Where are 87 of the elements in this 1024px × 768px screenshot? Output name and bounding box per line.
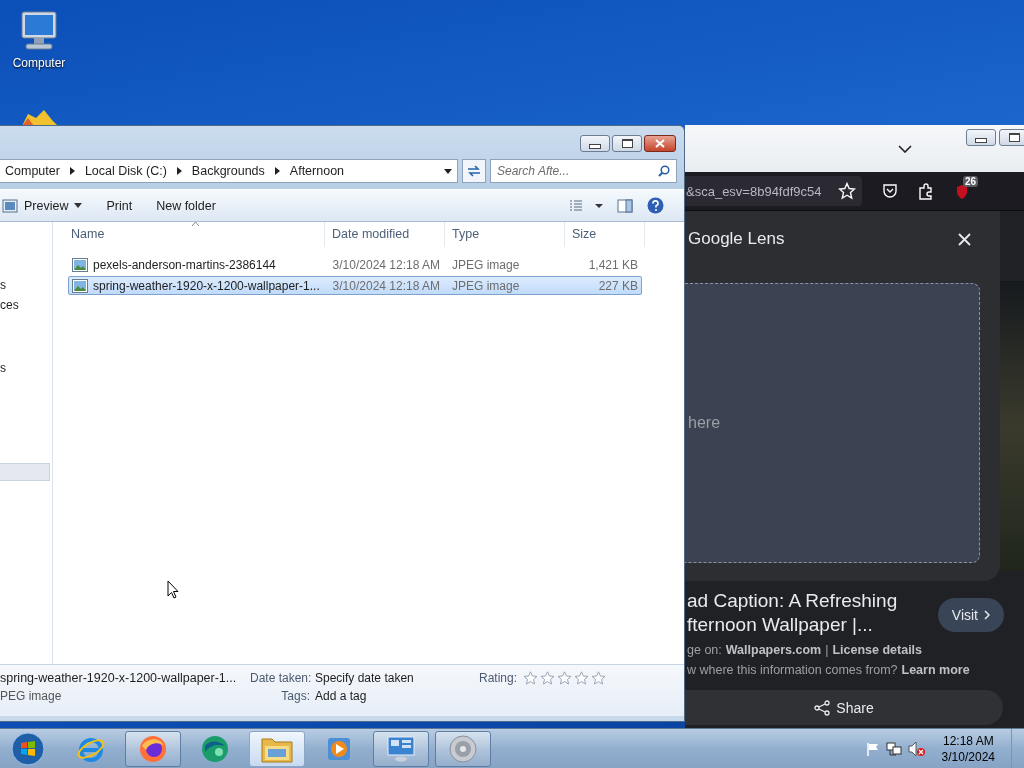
star-icon[interactable]	[591, 671, 607, 685]
learn-more-link[interactable]: Learn more	[901, 663, 970, 677]
size-cell-text: 1,421 KB	[587, 257, 639, 272]
selected-file-name: spring-weather-1920-x-1200-wallpaper-1...	[0, 671, 238, 685]
preview-icon	[2, 198, 18, 213]
file-name: pexels-anderson-martins-2386144	[93, 257, 276, 272]
file-row[interactable]: pexels-anderson-martins-2386144 3/10/2024 12:18 AM JPEG image 1,421 KB	[68, 255, 642, 274]
network-icon[interactable]	[885, 740, 902, 757]
desktop-icon-label[interactable]: Computer	[12, 56, 66, 70]
play-icon	[326, 735, 352, 762]
preview-pane-icon[interactable]	[617, 198, 633, 213]
notification-badge: 26	[962, 176, 978, 187]
pocket-icon[interactable]	[882, 183, 898, 199]
puzzle-icon[interactable]	[918, 182, 934, 200]
chevron-right-icon	[984, 610, 990, 620]
maximize-button[interactable]	[612, 135, 642, 152]
star-icon[interactable]	[540, 671, 556, 685]
nav-item[interactable]: s	[0, 278, 6, 292]
extension-button[interactable]: 26	[954, 176, 978, 202]
toolbar-button[interactable]: New folder	[154, 195, 224, 216]
drop-zone[interactable]: here	[685, 283, 980, 563]
fox-globe-icon	[138, 733, 168, 764]
size-cell-text: 227 KB	[597, 278, 639, 293]
result-caption: ad Caption: A Refreshing fternoon Wallpaper |...	[686, 589, 898, 637]
close-icon[interactable]	[958, 232, 971, 246]
image-file-icon	[72, 257, 88, 272]
view-options-icon[interactable]	[569, 199, 603, 212]
property-value[interactable]: Specify date taken	[315, 671, 414, 685]
property-value[interactable]: Add a tag	[315, 689, 367, 703]
taskbar-app-button[interactable]	[125, 730, 181, 767]
panel-title: Google Lens	[688, 229, 785, 249]
visit-button[interactable]: Visit	[937, 598, 1004, 632]
dropdown-caret-icon	[74, 203, 83, 208]
column-header[interactable]: Size	[565, 222, 645, 247]
toolbar-button[interactable]: Preview	[0, 195, 91, 216]
drop-hint: here	[687, 414, 721, 432]
bookmark-star-icon[interactable]	[838, 182, 856, 200]
monitor-settings-icon	[386, 734, 416, 763]
type-cell-text: JPEG image	[451, 278, 521, 293]
minimize-button[interactable]	[966, 129, 996, 146]
close-icon	[655, 139, 665, 148]
nav-item[interactable]: s	[0, 361, 6, 375]
chevron-down-icon[interactable]	[898, 145, 912, 153]
speaker-icon	[448, 733, 478, 764]
file-name: spring-weather-1920-x-1200-wallpaper-1...	[93, 278, 320, 293]
type-cell-text: JPEG image	[451, 257, 521, 272]
nav-item[interactable]: ces	[0, 298, 19, 312]
refresh-icon	[466, 164, 482, 178]
taskbar-app-button[interactable]	[373, 730, 429, 767]
close-button[interactable]	[644, 135, 676, 152]
search-field[interactable]: Search Afte...	[490, 159, 677, 183]
source-label: ge on:	[687, 643, 722, 657]
globe-icon	[199, 733, 231, 764]
minimize-button[interactable]	[580, 135, 610, 152]
selected-file-type: PEG image	[0, 689, 63, 703]
license-link[interactable]: License details	[832, 643, 923, 657]
shield-icon	[956, 185, 968, 199]
property-label: Date taken:	[250, 671, 310, 685]
search-icon	[658, 165, 670, 177]
column-header[interactable]: Date modified	[325, 222, 445, 247]
star-icon[interactable]	[557, 671, 573, 685]
speaker-muted-icon[interactable]	[907, 740, 926, 757]
mouse-pointer-icon	[167, 580, 179, 599]
column-header[interactable]: Type	[445, 222, 565, 247]
image-file-icon	[72, 278, 88, 293]
source-link[interactable]: Wallpapers.com	[725, 643, 822, 657]
star-icon[interactable]	[574, 671, 590, 685]
taskbar-app-button[interactable]	[435, 730, 491, 767]
date-cell-text: 3/10/2024 12:18 AM	[331, 257, 442, 272]
start-button[interactable]	[11, 731, 45, 766]
date-cell-text: 3/10/2024 12:18 AM	[331, 278, 442, 293]
address-bar[interactable]: Computer Local Disk (C:) Backgrounds Afternoon	[0, 159, 458, 183]
maximize-button[interactable]	[999, 129, 1024, 146]
clock[interactable]: 12:18 AM 3/10/2024	[941, 732, 995, 765]
rating-label: Rating:	[479, 671, 518, 685]
share-icon	[814, 699, 831, 716]
info-text: w where this information comes from?	[687, 663, 898, 677]
address-field[interactable]: &sca_esv=8b94fdf9c54	[685, 176, 862, 206]
star-icon[interactable]	[523, 671, 539, 685]
separator-text: |	[825, 643, 829, 657]
column-header[interactable]: Name	[64, 222, 325, 247]
toolbar-button[interactable]: Print	[104, 195, 141, 216]
refresh-button[interactable]	[462, 159, 486, 183]
file-row[interactable]: spring-weather-1920-x-1200-wallpaper-1... 3/10/2024 12:18 AM JPEG image 227 KB	[68, 276, 642, 295]
help-icon[interactable]	[647, 197, 664, 214]
share-button[interactable]: Share	[685, 690, 1003, 725]
property-label: Tags:	[280, 689, 310, 703]
